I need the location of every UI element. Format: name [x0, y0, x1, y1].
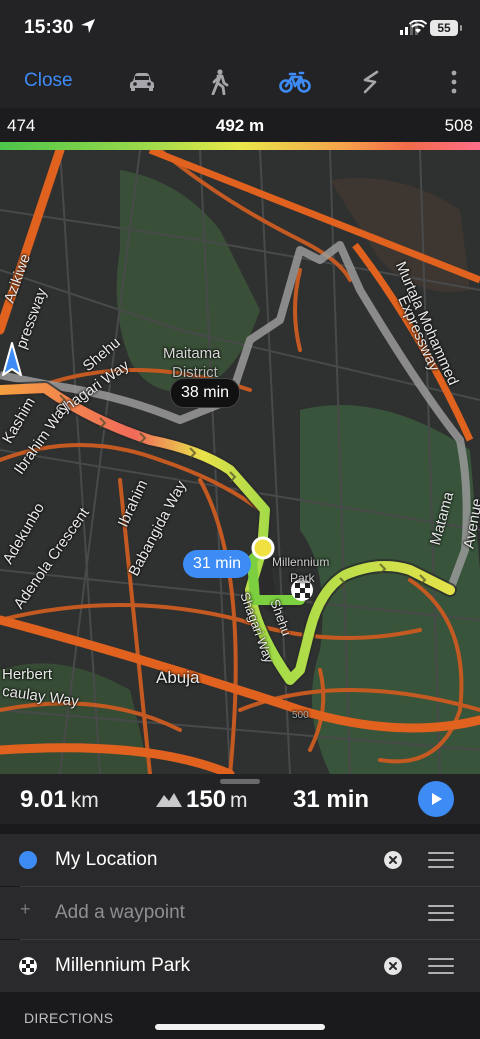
clear-end-icon[interactable]	[384, 957, 402, 975]
waypoint-start-row[interactable]: My Location	[0, 834, 480, 886]
location-arrow-icon	[81, 19, 95, 33]
wifi-icon	[409, 20, 427, 33]
route-distance-unit: km	[70, 789, 99, 812]
checkered-flag-icon	[19, 957, 37, 975]
mode-car-button[interactable]	[126, 68, 158, 96]
mountain-icon	[156, 793, 182, 807]
alt-route-time-pill[interactable]: 38 min	[170, 378, 241, 408]
battery-indicator: 55	[430, 20, 462, 36]
elevation-current: 492 m	[215, 116, 265, 135]
map-label-herbert: Herbert	[2, 666, 53, 683]
mode-bike-button[interactable]	[279, 68, 311, 96]
close-button[interactable]: Close	[24, 70, 73, 92]
waypoint-end-label: Millennium Park	[55, 955, 191, 976]
elevation-max: 508	[444, 116, 473, 135]
elevation-gradient	[0, 142, 480, 150]
start-dot-icon	[19, 851, 37, 869]
plus-icon: +	[20, 899, 31, 919]
map-view[interactable]: Maitama District Shehu Shagari Way Ibrah…	[0, 150, 480, 774]
status-time: 15:30	[24, 17, 74, 38]
add-waypoint-row[interactable]: + Add a waypoint	[0, 887, 480, 939]
reorder-waypoint-handle-icon[interactable]	[428, 905, 454, 921]
sheet-drag-handle[interactable]	[220, 779, 260, 784]
home-indicator[interactable]	[155, 1024, 325, 1030]
waypoint-list: My Location + Add a waypoint Millennium …	[0, 824, 480, 1039]
add-waypoint-label: Add a waypoint	[55, 902, 185, 923]
route-distance: 9.01 km	[20, 786, 99, 814]
play-icon	[432, 793, 442, 805]
bike-icon	[279, 71, 311, 93]
route-climb: 150 m	[156, 786, 248, 814]
more-button[interactable]	[444, 68, 464, 96]
waypoint-start-label: My Location	[55, 849, 158, 870]
route-duration: 31 min	[293, 786, 370, 813]
route-summary: 9.01 km 150 m 31 min	[0, 774, 480, 824]
reorder-start-handle-icon[interactable]	[428, 852, 454, 868]
car-icon	[130, 73, 154, 91]
map-label-abuja: Abuja	[156, 668, 200, 687]
map-label-contour-500: 500	[292, 710, 309, 721]
waypoint-end-row[interactable]: Millennium Park	[0, 940, 480, 992]
status-bar: 15:30 55	[0, 0, 480, 56]
more-vertical-icon	[451, 70, 457, 94]
route-distance-value: 9.01	[20, 786, 67, 813]
elevation-bar: 474 492 m 508	[0, 108, 480, 142]
route-time-pill[interactable]: 31 min	[183, 550, 252, 578]
map-label-maitama: Maitama	[163, 345, 221, 362]
directions-section-title: DIRECTIONS	[24, 1010, 114, 1026]
map-canvas	[0, 150, 480, 774]
walk-icon	[211, 69, 229, 95]
mode-walk-button[interactable]	[203, 68, 235, 96]
route-climb-unit: m	[230, 789, 248, 812]
route-toolbar: Close	[0, 56, 480, 108]
start-navigation-button[interactable]	[418, 781, 454, 817]
map-label-millennium: Millennium	[272, 555, 330, 569]
route-icon	[363, 70, 379, 94]
reorder-end-handle-icon[interactable]	[428, 958, 454, 974]
mode-route-button[interactable]	[355, 68, 387, 96]
route-climb-value: 150	[186, 786, 227, 813]
map-label-park: Park	[290, 571, 315, 585]
clear-start-icon[interactable]	[384, 851, 402, 869]
